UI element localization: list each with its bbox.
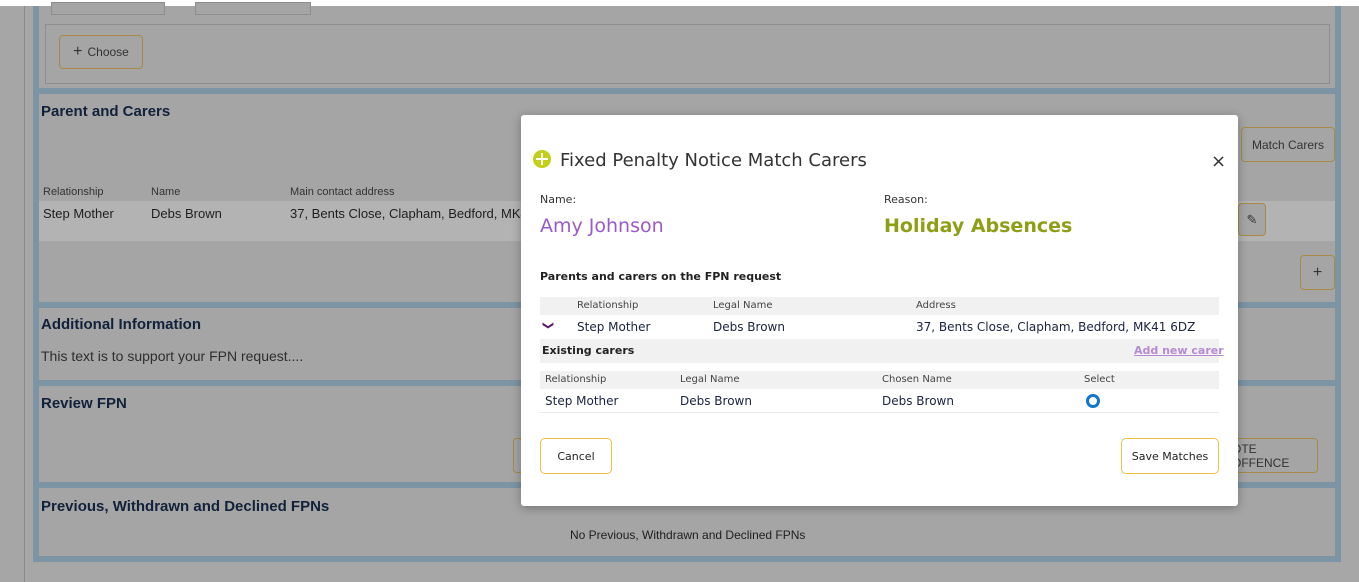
existing-carers-bar xyxy=(540,339,1219,363)
parents-title: Parent and Carers xyxy=(41,103,171,120)
previous-empty-text: No Previous, Withdrawn and Declined FPNs xyxy=(570,528,806,542)
cancel-button[interactable]: Cancel xyxy=(540,438,612,474)
choose-container: + Choose xyxy=(45,24,1330,84)
close-icon[interactable]: × xyxy=(1211,151,1226,172)
reason-value: Holiday Absences xyxy=(884,215,1073,237)
existing-table-header xyxy=(540,371,1219,389)
choose-label: Choose xyxy=(87,45,129,59)
fpn-section-title: Parents and carers on the FPN request xyxy=(540,270,782,283)
promote-offence-button[interactable]: OTE OFFENCE xyxy=(1231,438,1318,473)
existing-row-relationship: Step Mother xyxy=(545,394,619,408)
previous-field xyxy=(51,2,165,15)
match-carers-modal: Fixed Penalty Notice Match Carers × Name… xyxy=(521,115,1238,506)
row-relationship: Step Mother xyxy=(43,206,114,221)
additional-text: This text is to support your FPN request… xyxy=(41,348,304,364)
existing-header-chosen-name: Chosen Name xyxy=(882,374,952,385)
modal-title: Fixed Penalty Notice Match Carers xyxy=(560,150,867,171)
add-carer-button[interactable]: + xyxy=(1300,255,1335,290)
fpn-table-header xyxy=(540,297,1219,315)
name-label: Name: xyxy=(540,193,577,206)
header-address: Main contact address xyxy=(290,186,395,198)
plus-icon: + xyxy=(73,43,83,60)
previous-title: Previous, Withdrawn and Declined FPNs xyxy=(41,498,330,515)
fpn-header-legal-name: Legal Name xyxy=(713,300,773,311)
save-matches-button[interactable]: Save Matches xyxy=(1121,438,1219,474)
existing-header-select: Select xyxy=(1084,374,1115,385)
row-divider xyxy=(540,412,1219,413)
additional-title: Additional Information xyxy=(41,316,201,333)
add-circle-icon xyxy=(533,150,551,168)
select-radio[interactable] xyxy=(1086,394,1100,408)
existing-header-legal-name: Legal Name xyxy=(680,374,740,385)
edit-button[interactable]: ✎ xyxy=(1238,203,1266,236)
existing-row-legal-name: Debs Brown xyxy=(680,394,752,408)
reason-label: Reason: xyxy=(884,193,928,206)
choose-button[interactable]: + Choose xyxy=(59,35,143,69)
match-carers-button[interactable]: Match Carers xyxy=(1241,127,1335,162)
existing-header-relationship: Relationship xyxy=(545,374,607,385)
choose-panel: + Choose xyxy=(39,2,1335,88)
previous-field xyxy=(195,2,311,15)
add-new-carer-link[interactable]: Add new carer xyxy=(1134,344,1224,357)
fpn-header-relationship: Relationship xyxy=(577,300,639,311)
review-title: Review FPN xyxy=(41,395,127,412)
fpn-row-address: 37, Bents Close, Clapham, Bedford, MK41 … xyxy=(916,320,1196,334)
student-name: Amy Johnson xyxy=(540,215,664,237)
existing-carers-title: Existing carers xyxy=(542,344,635,357)
plus-icon: + xyxy=(1312,263,1323,281)
pencil-icon: ✎ xyxy=(1246,211,1258,227)
left-divider xyxy=(24,6,25,582)
left-gutter xyxy=(0,6,24,582)
existing-row-chosen-name: Debs Brown xyxy=(882,394,954,408)
row-name: Debs Brown xyxy=(151,206,222,221)
header-relationship: Relationship xyxy=(43,186,104,198)
fpn-header-address: Address xyxy=(916,300,956,311)
fpn-row-legal-name: Debs Brown xyxy=(713,320,785,334)
fpn-row-relationship: Step Mother xyxy=(577,320,651,334)
chevron-down-icon[interactable]: ❯ xyxy=(542,321,555,330)
header-name: Name xyxy=(151,186,181,198)
row-address: 37, Bents Close, Clapham, Bedford, MK41 … xyxy=(290,206,556,221)
